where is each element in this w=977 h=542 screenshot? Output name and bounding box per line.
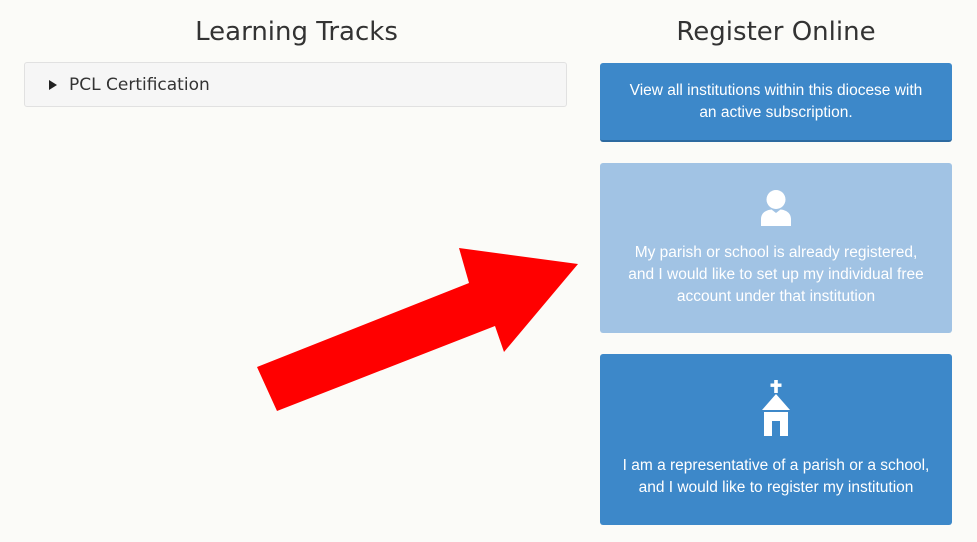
caret-right-icon — [49, 80, 57, 90]
user-icon — [759, 189, 793, 234]
view-institutions-label: View all institutions within this dioces… — [629, 81, 923, 121]
individual-account-button[interactable]: My parish or school is already registere… — [600, 163, 952, 333]
church-icon — [761, 380, 791, 443]
track-item-pcl-certification[interactable]: PCL Certification — [24, 62, 567, 107]
learning-tracks-heading: Learning Tracks — [195, 17, 398, 47]
individual-account-label: My parish or school is already registere… — [628, 243, 924, 305]
view-institutions-button[interactable]: View all institutions within this dioces… — [600, 63, 952, 142]
register-online-heading: Register Online — [676, 17, 876, 47]
track-item-label: PCL Certification — [69, 74, 210, 95]
register-institution-button[interactable]: I am a representative of a parish or a s… — [600, 354, 952, 525]
register-institution-label: I am a representative of a parish or a s… — [622, 457, 930, 496]
